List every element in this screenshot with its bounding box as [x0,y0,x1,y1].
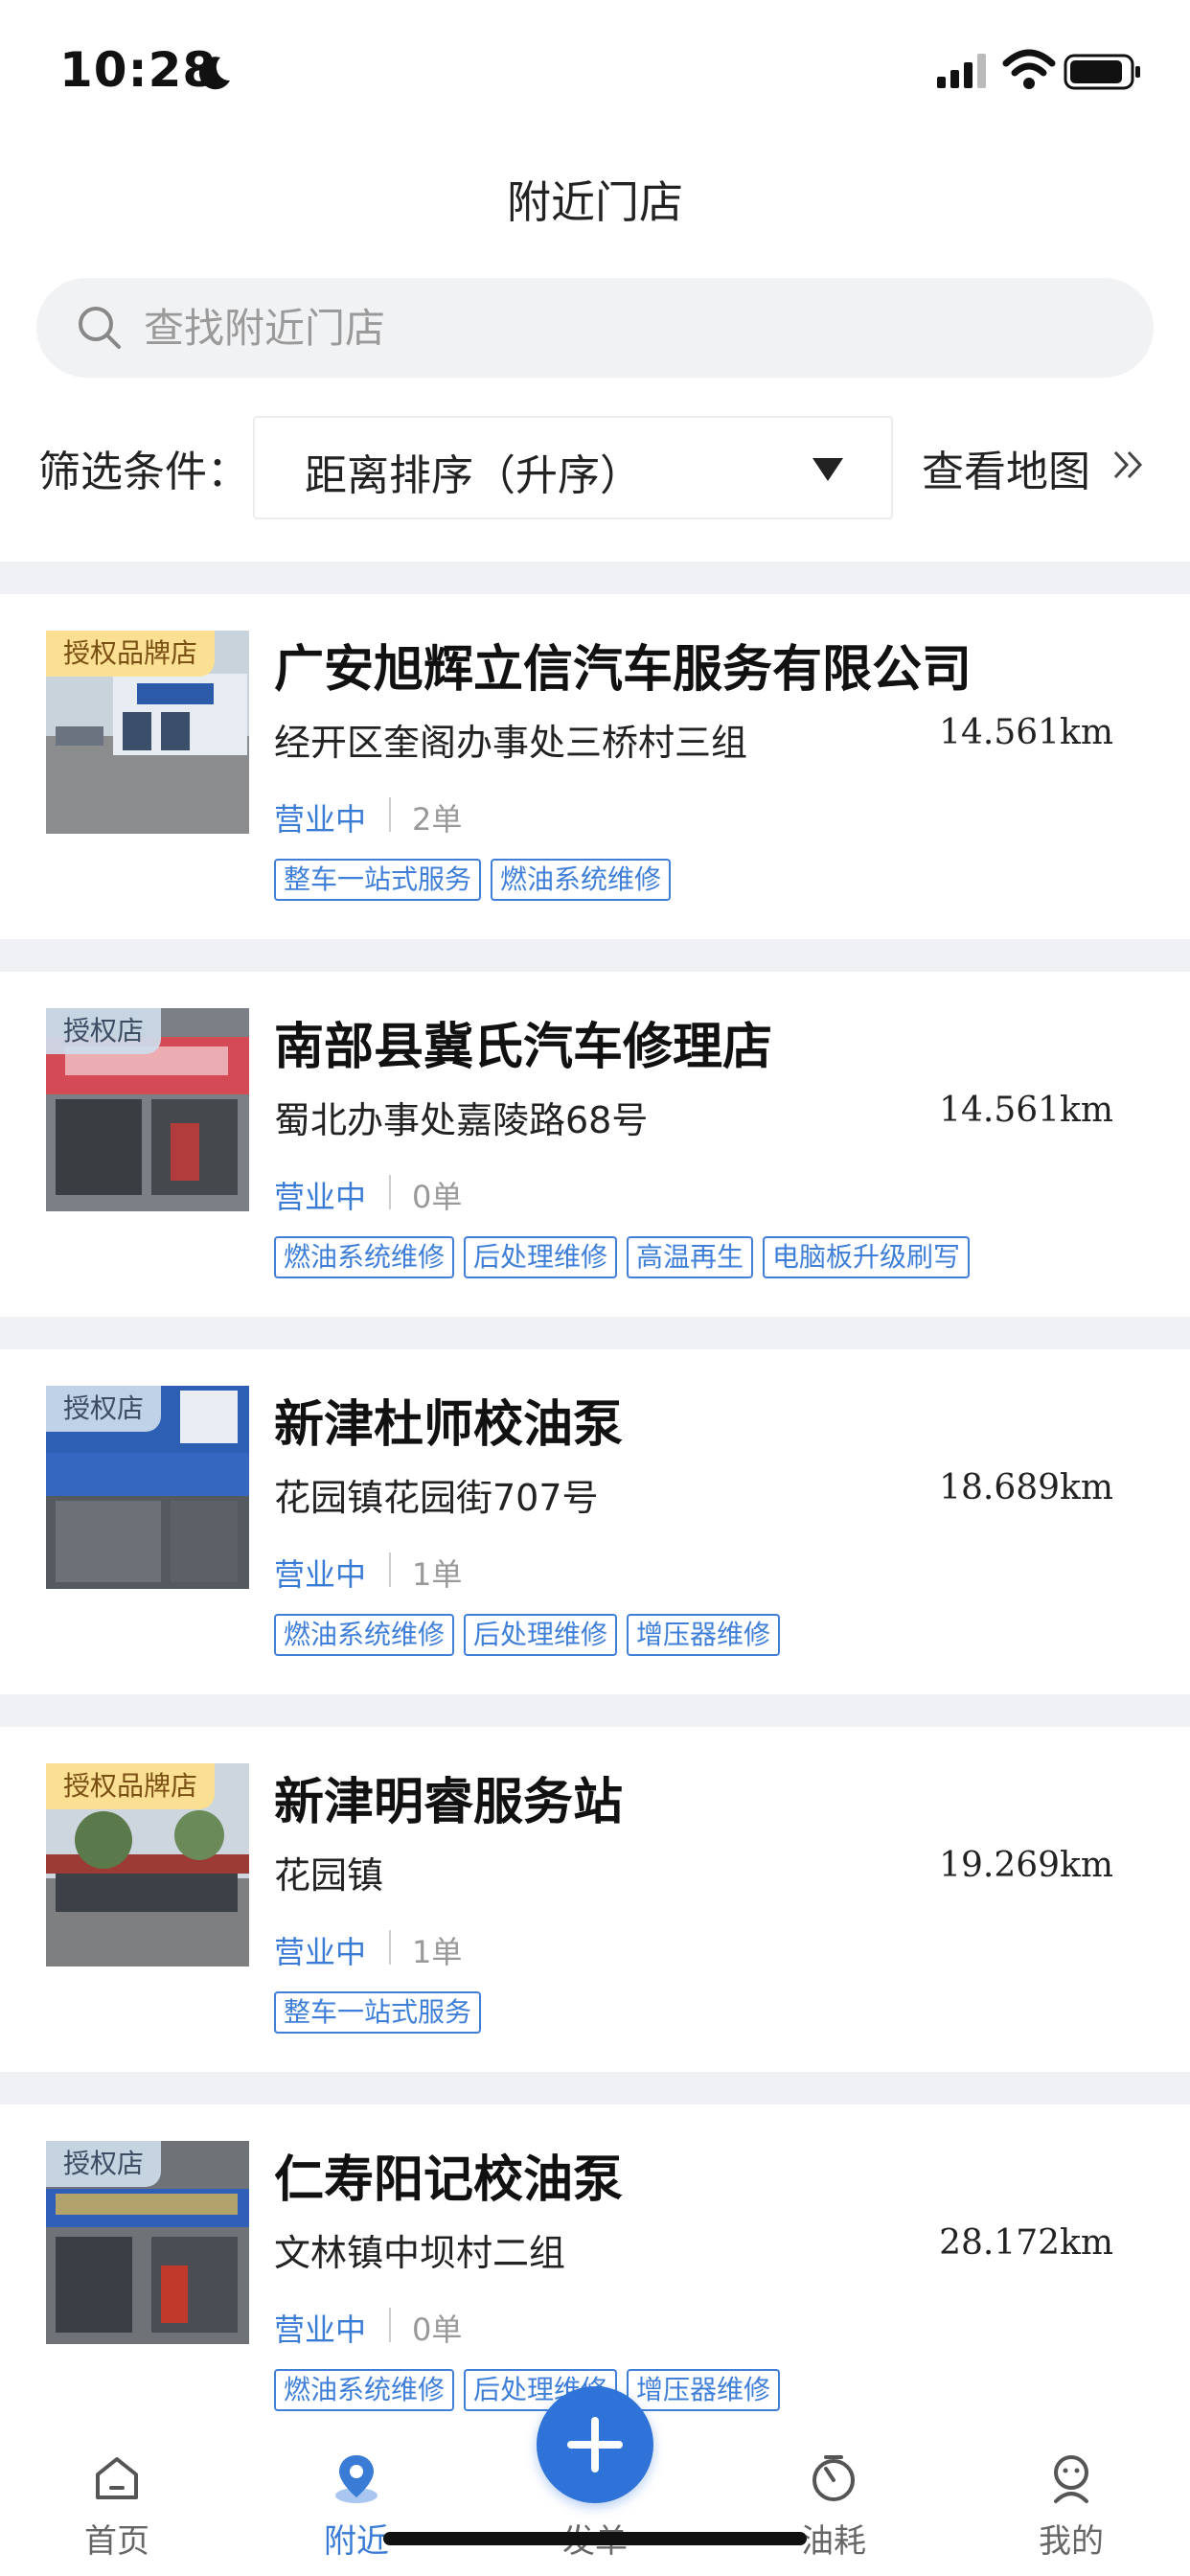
store-orders: 2单 [412,801,463,838]
list-separator [0,1317,1190,1349]
store-name: 南部县冀氏汽车修理店 [274,1019,773,1076]
store-address: 花园镇花园街707号 [274,1477,599,1519]
store-photo: 授权店 [46,1008,249,1211]
list-separator [0,939,1190,972]
store-distance: 28.172km [939,2223,1113,2263]
page-title: 附近门店 [507,176,683,228]
post-order-fab[interactable] [537,2386,653,2503]
home-indicator [383,2532,807,2545]
store-name: 仁寿阳记校油泵 [274,2151,624,2209]
status-bar: 10:28 [0,0,1190,134]
sort-dropdown[interactable]: 距离排序（升序） [253,416,893,519]
service-tags: 整车一站式服务 燃油系统维修 [274,859,672,901]
service-tag: 燃油系统维修 [274,1236,455,1278]
store-photo: 授权店 [46,2141,249,2344]
store-card[interactable]: 授权品牌店 新津明睿服务站 花园镇 19.269km 营业中 1单 整车一站式服… [0,1727,1190,2072]
service-tag: 高温再生 [627,1236,754,1278]
service-tag: 整车一站式服务 [274,1991,482,2034]
store-status: 营业中 [274,2312,367,2348]
store-name: 新津杜师校油泵 [274,1396,624,1454]
store-status: 营业中 [274,1934,367,1970]
store-distance: 14.561km [939,713,1113,752]
location-pin-icon [335,2455,378,2503]
app-screen: 10:28 附近门店 筛选条件： 距离排序（升序） [0,0,1190,2576]
battery-icon [1064,54,1140,90]
service-tag: 后处理维修 [464,1614,618,1656]
store-card[interactable]: 授权店 新津杜师校油泵 花园镇花园街707号 18.689km 营业中 1单 燃… [0,1349,1190,1694]
tab-label: 首页 [84,2522,149,2561]
wifi-icon [1002,49,1056,89]
store-status: 营业中 [274,801,367,838]
service-tag: 增压器维修 [627,1614,781,1656]
store-address: 经开区奎阁办事处三桥村三组 [274,722,748,764]
filter-label: 筛选条件： [38,448,249,496]
store-name: 广安旭辉立信汽车服务有限公司 [274,641,973,699]
service-tag: 后处理维修 [464,1236,618,1278]
store-distance: 18.689km [939,1468,1113,1507]
tab-profile[interactable]: 我的 [995,2432,1148,2576]
status-divider [389,2308,391,2342]
store-status: 营业中 [274,1179,367,1215]
store-badge: 授权品牌店 [46,631,216,677]
tab-label: 我的 [1039,2522,1104,2561]
list-separator [0,562,1190,594]
store-photo: 授权品牌店 [46,1763,249,1966]
store-card[interactable]: 授权品牌店 广安旭辉立信汽车服务有限公司 经开区奎阁办事处三桥村三组 14.56… [0,594,1190,939]
store-card[interactable]: 授权店 南部县冀氏汽车修理店 蜀北办事处嘉陵路68号 14.561km 营业中 … [0,972,1190,1317]
tab-home[interactable]: 首页 [40,2432,194,2576]
tab-fuel-consumption[interactable]: 油耗 [757,2432,910,2576]
store-badge: 授权店 [46,1386,162,1432]
store-orders: 0单 [412,2312,463,2348]
service-tag: 整车一站式服务 [274,859,482,901]
home-icon [96,2457,138,2499]
plus-icon [567,2417,623,2472]
service-tag: 燃油系统维修 [491,859,672,901]
store-badge: 授权品牌店 [46,1763,216,1809]
store-orders: 1单 [412,1556,463,1593]
store-address: 花园镇 [274,1854,384,1897]
service-tags: 燃油系统维修 后处理维修 高温再生 电脑板升级刷写 [274,1236,971,1278]
list-separator [0,1694,1190,1727]
store-list: 授权品牌店 广安旭辉立信汽车服务有限公司 经开区奎阁办事处三桥村三组 14.56… [0,562,1190,2450]
store-address: 蜀北办事处嘉陵路68号 [274,1099,649,1141]
status-divider [389,1175,391,1209]
service-tags: 燃油系统维修 后处理维修 增压器维修 [274,1614,781,1656]
store-distance: 19.269km [939,1846,1113,1885]
sort-dropdown-value: 距离排序（升序） [305,451,642,500]
service-tag: 燃油系统维修 [274,2369,455,2411]
service-tags: 燃油系统维修 后处理维修 增压器维修 [274,2369,781,2411]
search-input[interactable] [144,278,1102,378]
service-tags: 整车一站式服务 [274,1991,482,2034]
signal-icon [937,54,986,88]
view-map-link[interactable]: 查看地图 [922,437,1090,498]
list-separator [0,2072,1190,2104]
profile-icon [1054,2455,1088,2503]
status-divider [389,797,391,832]
search-bar[interactable] [36,278,1154,378]
store-badge: 授权店 [46,2141,162,2187]
moon-icon [198,57,230,90]
store-name: 新津明睿服务站 [274,1774,624,1831]
store-distance: 14.561km [939,1091,1113,1130]
store-address: 文林镇中坝村二组 [274,2232,566,2274]
store-photo: 授权品牌店 [46,631,249,834]
service-tag: 燃油系统维修 [274,1614,455,1656]
double-chevron-right-icon[interactable] [1110,447,1146,483]
store-orders: 0单 [412,1179,463,1215]
search-icon [79,307,121,349]
tab-nearby[interactable]: 附近 [280,2432,433,2576]
service-tag: 增压器维修 [627,2369,781,2411]
store-badge: 授权店 [46,1008,162,1054]
service-tag: 电脑板升级刷写 [763,1236,971,1278]
status-divider [389,1552,391,1587]
dropdown-triangle-icon [812,458,843,481]
status-divider [389,1930,391,1965]
gauge-icon [812,2455,855,2501]
store-orders: 1单 [412,1934,463,1970]
store-photo: 授权店 [46,1386,249,1589]
store-status: 营业中 [274,1556,367,1593]
status-time: 10:28 [59,42,217,98]
